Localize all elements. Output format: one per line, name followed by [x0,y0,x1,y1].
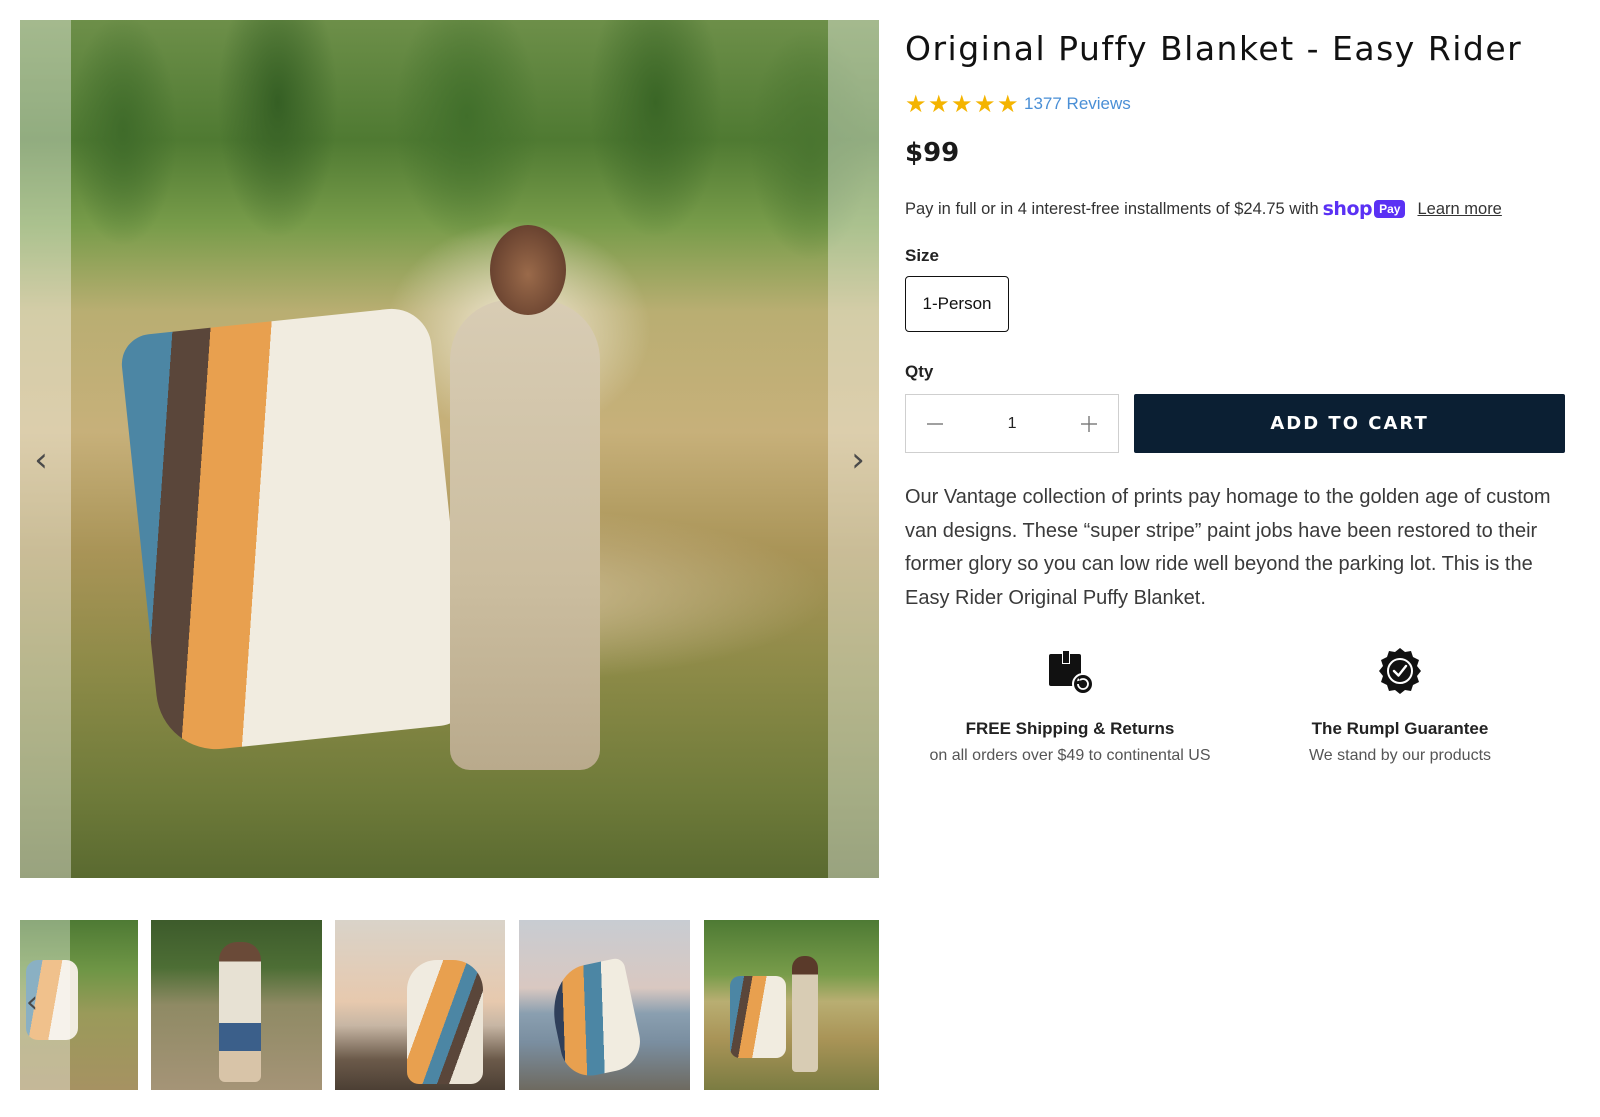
shop-pay-logo: shop Pay [1323,198,1406,220]
thumbnail-strip: ‹ [20,920,879,1090]
chevron-left-icon[interactable]: ‹ [24,440,58,480]
product-rating: ★ ★ ★ ★ ★ 1377 Reviews [905,90,1565,118]
thumbnail-blanket [544,956,646,1082]
shop-pay-word: shop [1322,198,1373,220]
image-blanket [118,304,472,756]
star-icon: ★ [951,90,973,118]
product-price: $99 [905,138,960,168]
main-product-image[interactable]: ‹ › [20,20,879,878]
installments-text: Pay in full or in 4 interest-free instal… [905,199,1319,218]
box-return-icon [1045,645,1095,697]
qty-label: Qty [905,362,934,381]
feature-guarantee: The Rumpl Guarantee We stand by our prod… [1235,645,1565,765]
thumbnail-5[interactable] [704,920,879,1090]
quantity-input[interactable] [982,414,1043,433]
thumbnail-person [219,942,261,1082]
product-title: Original Puffy Blanket - Easy Rider [905,29,1523,68]
feature-shipping: FREE Shipping & Returns on all orders ov… [905,645,1235,765]
product-description: Our Vantage collection of prints pay hom… [905,486,1551,609]
size-option-1-person[interactable]: 1-Person [905,276,1009,332]
feature-badges: FREE Shipping & Returns on all orders ov… [905,645,1565,765]
star-icon: ★ [905,90,927,118]
image-person [450,300,600,770]
star-icon: ★ [928,90,950,118]
chevron-right-icon[interactable]: › [841,440,875,480]
thumbnail-2[interactable] [151,920,322,1090]
image-person-head [490,225,566,315]
chevron-left-icon[interactable]: ‹ [26,988,38,1018]
add-to-cart-button[interactable]: ADD TO CART [1134,394,1565,453]
product-info: Original Puffy Blanket - Easy Rider ★ ★ … [905,24,1565,765]
badge-check-icon [1375,645,1425,697]
minus-icon[interactable] [922,411,948,437]
learn-more-link[interactable]: Learn more [1417,200,1501,219]
quantity-stepper [905,394,1120,453]
feature-title: FREE Shipping & Returns [965,719,1175,738]
image-forest-background [20,20,879,295]
product-gallery: ‹ › [20,20,879,878]
size-label: Size [905,246,940,265]
feature-subtitle: We stand by our products [1308,747,1492,764]
thumbnail-1[interactable]: ‹ [20,920,138,1090]
thumbnail-4[interactable] [519,920,690,1090]
star-rating: ★ ★ ★ ★ ★ [905,92,1020,116]
feature-subtitle: on all orders over $49 to continental US [929,747,1211,764]
installments-message: Pay in full or in 4 interest-free instal… [905,198,1565,220]
thumbnail-blanket [730,976,786,1058]
thumbnail-3[interactable] [335,920,505,1090]
star-icon: ★ [997,90,1019,118]
thumbnail-person [407,960,483,1084]
reviews-link[interactable]: 1377 Reviews [1024,94,1131,114]
feature-title: The Rumpl Guarantee [1311,719,1489,738]
star-icon: ★ [974,90,996,118]
qty-row: ADD TO CART [905,394,1565,453]
thumbnail-person [792,956,818,1072]
plus-icon[interactable] [1076,411,1102,437]
shop-pay-badge: Pay [1374,200,1406,218]
